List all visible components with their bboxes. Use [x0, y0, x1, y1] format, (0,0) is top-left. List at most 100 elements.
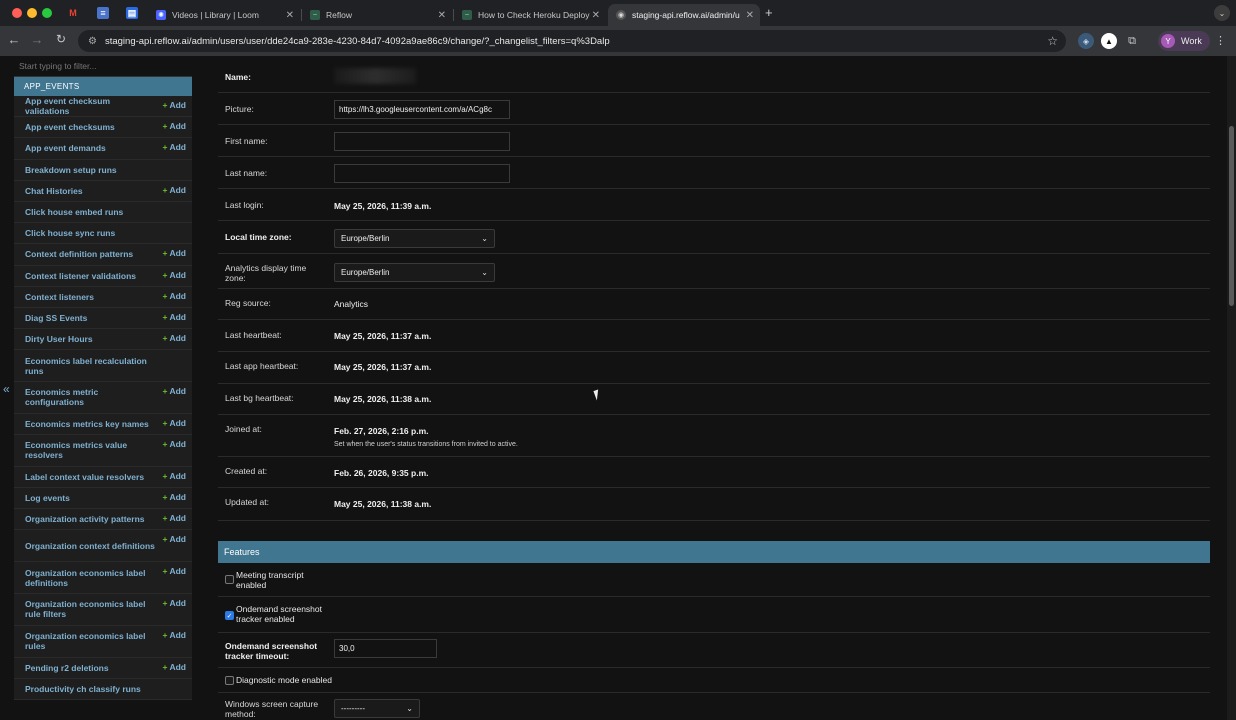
close-tab-icon[interactable]: ✕	[286, 10, 294, 21]
sidebar-model-row[interactable]: Economics metrics key names + Add	[14, 413, 192, 436]
sidebar-model-link[interactable]: Diag SS Events	[25, 313, 87, 323]
sidebar-model-link[interactable]: Organization economics label rule filter…	[25, 599, 156, 619]
sidebar-model-row[interactable]: Dirty User Hours + Add	[14, 329, 192, 351]
sidebar-model-link[interactable]: Dirty User Hours	[25, 334, 93, 344]
diagnostic-mode-checkbox[interactable]	[225, 676, 234, 685]
sidebar-add-link[interactable]: + Add	[163, 333, 187, 343]
close-tab-icon[interactable]: ✕	[438, 10, 446, 21]
sidebar-model-row[interactable]: Organization economics label rule filter…	[14, 593, 192, 626]
sidebar-model-link[interactable]: Context definition patterns	[25, 249, 133, 259]
analytics-time-zone-select[interactable]: Europe/Berlin ⌄	[334, 263, 495, 282]
sidebar-add-link[interactable]: + Add	[163, 121, 187, 131]
reload-icon[interactable]: ↻	[52, 32, 70, 46]
bookmark-star-icon[interactable]: ☆	[1047, 34, 1058, 48]
collapse-sidebar-icon[interactable]: «	[3, 382, 10, 396]
sidebar-add-link[interactable]: + Add	[163, 386, 187, 396]
sidebar-add-link[interactable]: + Add	[163, 248, 187, 258]
sidebar-add-link[interactable]: + Add	[163, 100, 187, 110]
sidebar-add-link[interactable]: + Add	[163, 513, 187, 523]
scrollbar-thumb[interactable]	[1229, 126, 1234, 306]
tab-heroku[interactable]: ~ How to Check Heroku Deploy ✕	[454, 4, 606, 26]
sidebar-add-link[interactable]: + Add	[163, 566, 187, 576]
close-tab-icon[interactable]: ✕	[746, 10, 754, 21]
sidebar-model-link[interactable]: Log events	[25, 493, 70, 503]
sidebar-model-link[interactable]: App event checksum validations	[25, 96, 156, 116]
sidebar-model-link[interactable]: Label context value resolvers	[25, 472, 144, 482]
sidebar-model-row[interactable]: Productivity ch classify runs	[14, 678, 192, 700]
sidebar-model-link[interactable]: Chat Histories	[25, 186, 83, 196]
windows-capture-method-select[interactable]: --------- ⌄	[334, 699, 420, 718]
new-tab-plus-icon[interactable]: +	[765, 5, 773, 20]
sidebar-add-link[interactable]: + Add	[163, 418, 187, 428]
sidebar-model-link[interactable]: Context listener validations	[25, 271, 136, 281]
tab-search-chevron-icon[interactable]: ⌄	[1214, 5, 1230, 21]
sidebar-add-link[interactable]: + Add	[163, 598, 187, 608]
first-name-input[interactable]	[334, 132, 510, 151]
tab-reflow[interactable]: ~ Reflow ✕	[302, 4, 452, 26]
sidebar-add-link[interactable]: + Add	[163, 492, 187, 502]
sidebar-model-link[interactable]: Productivity ch classify runs	[25, 684, 141, 694]
sidebar-model-link[interactable]: Economics metrics value resolvers	[25, 440, 156, 460]
sidebar-model-link[interactable]: Click house sync runs	[25, 228, 115, 238]
sidebar-model-link[interactable]: App event demands	[25, 143, 106, 153]
sidebar-model-row[interactable]: App event demands + Add	[14, 138, 192, 160]
sidebar-add-link[interactable]: + Add	[163, 439, 187, 449]
extensions-puzzle-icon[interactable]: ⧉	[1124, 33, 1140, 49]
doc-pinned-tab-icon[interactable]: ▤	[126, 7, 138, 19]
browser-menu-icon[interactable]: ⋮	[1215, 34, 1226, 47]
sidebar-model-row[interactable]: Economics label recalculation runs	[14, 350, 192, 383]
sidebar-model-link[interactable]: App event checksums	[25, 122, 115, 132]
sidebar-add-link[interactable]: + Add	[163, 534, 187, 544]
sidebar-model-row[interactable]: Click house embed runs	[14, 201, 192, 224]
sidebar-model-link[interactable]: Organization economics label definitions	[25, 568, 156, 588]
ondemand-timeout-input[interactable]: 30,0	[334, 639, 437, 658]
sidebar-model-link[interactable]: Organization activity patterns	[25, 514, 145, 524]
tab-loom[interactable]: ✺ Videos | Library | Loom ✕	[148, 4, 300, 26]
address-bar[interactable]: ⚙ staging-api.reflow.ai/admin/users/user…	[78, 30, 1066, 52]
sidebar-model-link[interactable]: Economics metrics key names	[25, 419, 149, 429]
sidebar-model-row[interactable]: Economics metrics value resolvers + Add	[14, 435, 192, 467]
sidebar-model-link[interactable]: Context listeners	[25, 292, 94, 302]
picture-input[interactable]: https://lh3.googleusercontent.com/a/ACg8…	[334, 100, 510, 119]
sidebar-add-link[interactable]: + Add	[163, 185, 187, 195]
gmail-pinned-tab-icon[interactable]: M	[67, 7, 79, 19]
sidebar-model-row[interactable]: App event checksums + Add	[14, 117, 192, 139]
sidebar-model-row[interactable]: Context listener validations + Add	[14, 265, 192, 287]
sidebar-model-row[interactable]: Organization economics label rules + Add	[14, 625, 192, 658]
site-info-icon[interactable]: ⚙	[88, 36, 97, 47]
sidebar-model-row[interactable]: Pending r2 deletions + Add	[14, 657, 192, 679]
sidebar-add-link[interactable]: + Add	[163, 662, 187, 672]
sidebar-model-row[interactable]: Breakdown setup runs	[14, 159, 192, 181]
sidebar-filter-input[interactable]: Start typing to filter...	[14, 56, 192, 77]
sidebar-model-row[interactable]: Economics metric configurations + Add	[14, 382, 192, 414]
close-window-button[interactable]	[12, 8, 22, 18]
sidebar-model-row[interactable]: Context definition patterns + Add	[14, 244, 192, 266]
close-tab-icon[interactable]: ✕	[592, 10, 600, 21]
vercel-extension-icon[interactable]: ▲	[1101, 33, 1117, 49]
docs-pinned-tab-icon[interactable]: ≡	[97, 7, 109, 19]
sidebar-model-row[interactable]: Organization economics label definitions…	[14, 562, 192, 594]
sidebar-model-row[interactable]: Log events + Add	[14, 488, 192, 510]
sidebar-model-link[interactable]: Economics metric configurations	[25, 387, 156, 407]
sidebar-add-link[interactable]: + Add	[163, 630, 187, 640]
sidebar-add-link[interactable]: + Add	[163, 312, 187, 322]
sidebar-add-link[interactable]: + Add	[163, 291, 187, 301]
sidebar-model-link[interactable]: Pending r2 deletions	[25, 663, 109, 673]
maximize-window-button[interactable]	[42, 8, 52, 18]
sidebar-model-row[interactable]: Diag SS Events + Add	[14, 307, 192, 330]
sidebar-add-link[interactable]: + Add	[163, 471, 187, 481]
local-time-zone-select[interactable]: Europe/Berlin ⌄	[334, 229, 495, 248]
sidebar-model-link[interactable]: Organization economics label rules	[25, 631, 156, 651]
sidebar-model-row[interactable]: App event checksum validations + Add	[14, 96, 192, 118]
sidebar-model-link[interactable]: Click house embed runs	[25, 207, 123, 217]
ondemand-screenshot-checkbox[interactable]: ✓	[225, 611, 234, 620]
sidebar-model-row[interactable]: Organization activity patterns + Add	[14, 509, 192, 531]
last-name-input[interactable]	[334, 164, 510, 183]
sidebar-model-row[interactable]: Label context value resolvers + Add	[14, 466, 192, 489]
sidebar-model-link[interactable]: Organization context definitions	[25, 541, 155, 551]
sidebar-model-link[interactable]: Economics label recalculation runs	[25, 356, 156, 376]
extension-icon[interactable]: ◈	[1078, 33, 1094, 49]
forward-arrow-icon[interactable]: →	[28, 32, 46, 47]
meeting-transcript-checkbox[interactable]	[225, 575, 234, 584]
sidebar-add-link[interactable]: + Add	[163, 270, 187, 280]
